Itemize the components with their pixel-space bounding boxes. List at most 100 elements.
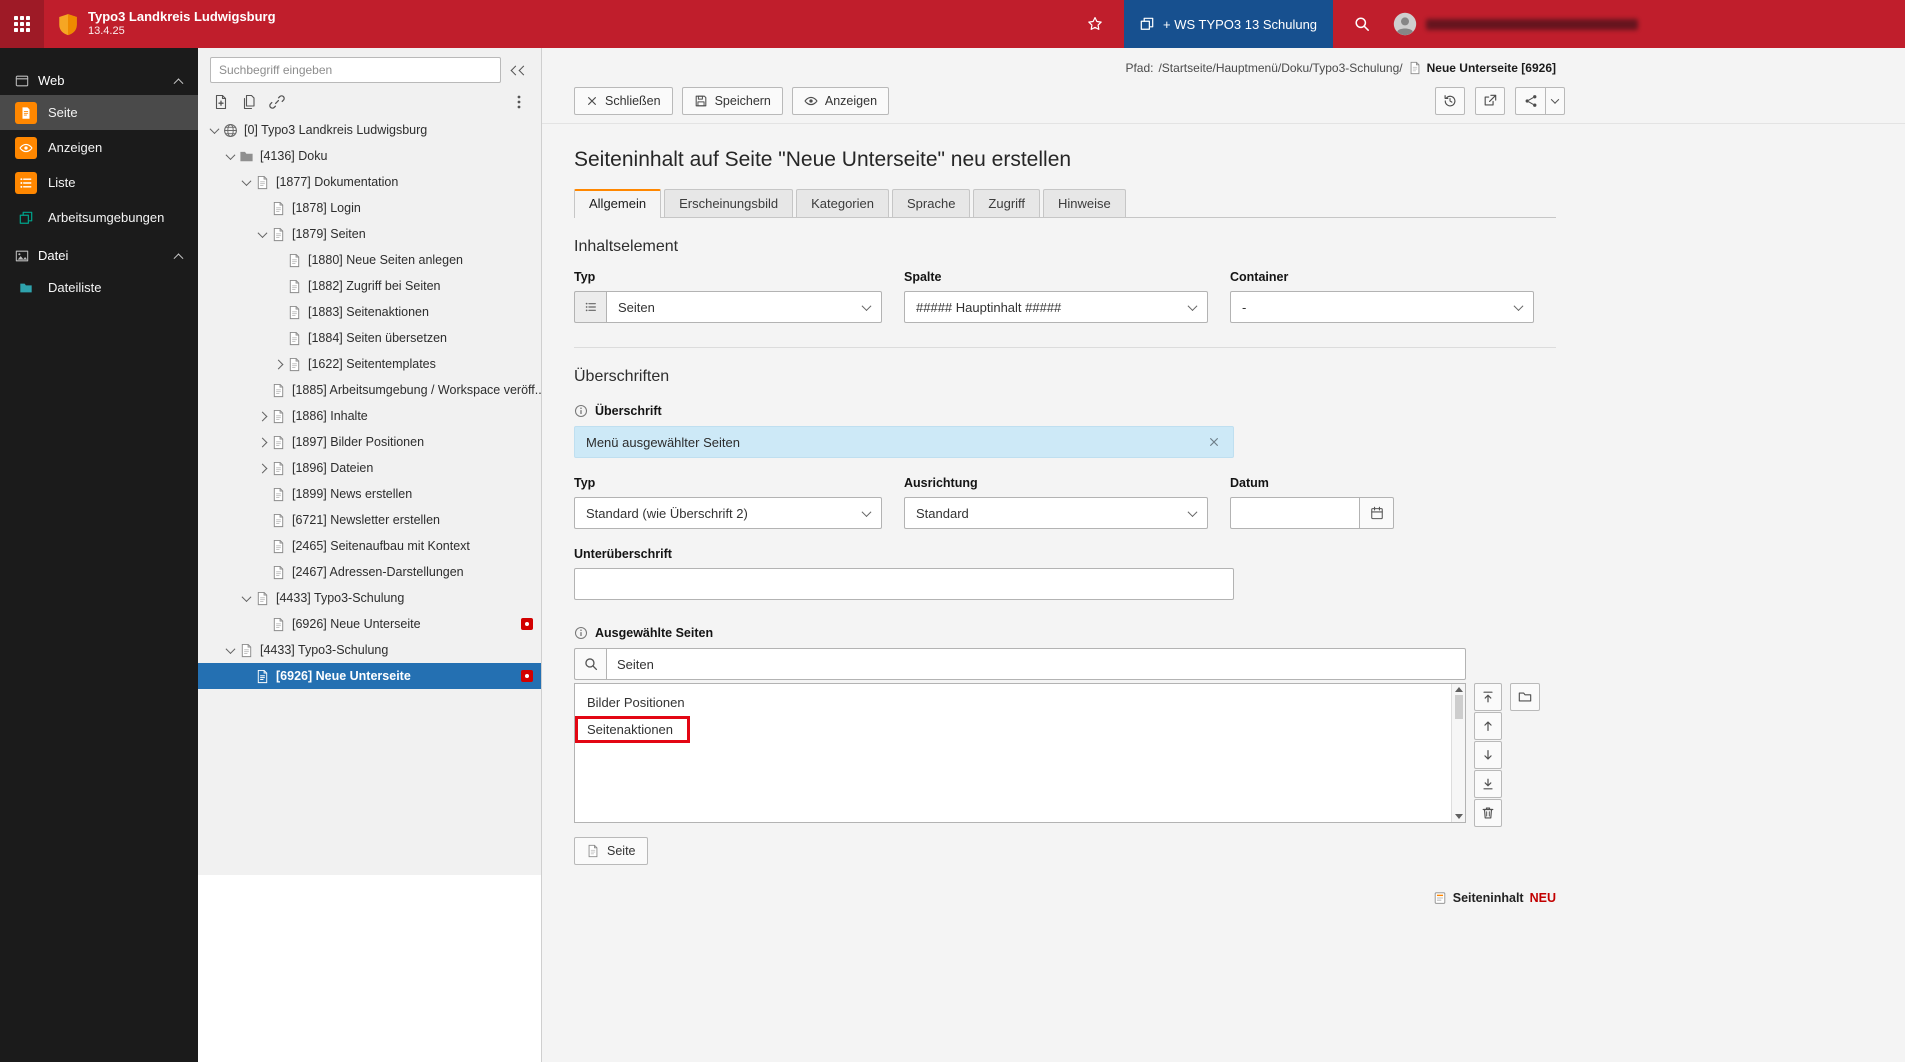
tab-zugriff[interactable]: Zugriff <box>973 189 1041 217</box>
clear-headline-button[interactable] <box>1206 434 1222 450</box>
selected-pages-item[interactable]: Seitenaktionen <box>575 716 1465 743</box>
move-up-button[interactable] <box>1474 712 1502 740</box>
tree-node-1896-dateien[interactable]: [1896] Dateien <box>198 455 541 481</box>
column-select[interactable]: ##### Hauptinhalt ##### <box>904 291 1208 323</box>
tree-node-1880-neue-seiten-anlegen[interactable]: [1880] Neue Seiten anlegen <box>198 247 541 273</box>
tree-toggle[interactable] <box>206 122 222 138</box>
close-button[interactable]: Schließen <box>574 87 673 115</box>
multiple-pages-button[interactable] <box>241 94 257 110</box>
tree-node-1879-seiten[interactable]: [1879] Seiten <box>198 221 541 247</box>
new-page-button[interactable] <box>213 94 229 110</box>
module-item-anzeigen[interactable]: Anzeigen <box>0 130 198 165</box>
workspace-button[interactable]: + WS TYPO3 13 Schulung <box>1124 0 1334 48</box>
save-button[interactable]: Speichern <box>681 87 783 115</box>
subheadline-input[interactable] <box>574 568 1234 600</box>
selected-pages-label: Ausgewählte Seiten <box>595 626 714 640</box>
record-search-input[interactable] <box>606 648 1466 680</box>
collapse-pagetree-button[interactable] <box>508 63 531 78</box>
module-item-arbeitsumgebungen[interactable]: Arbeitsumgebungen <box>0 200 198 235</box>
tab-allgemein[interactable]: Allgemein <box>574 189 662 218</box>
tree-node-4136-doku[interactable]: [4136] Doku <box>198 143 541 169</box>
tree-node-6926-neue-unterseite[interactable]: [6926] Neue Unterseite <box>198 611 541 637</box>
tree-toggle[interactable] <box>254 408 270 424</box>
tree-node-2467-adressen-darstellungen[interactable]: [2467] Adressen-Darstellungen <box>198 559 541 585</box>
tree-node-1885-arbeitsumgebung-workspace-veröff[interactable]: [1885] Arbeitsumgebung / Workspace veröf… <box>198 377 541 403</box>
tree-node-6721-newsletter-erstellen[interactable]: [6721] Newsletter erstellen <box>198 507 541 533</box>
tree-node-1884-seiten-übersetzen[interactable]: [1884] Seiten übersetzen <box>198 325 541 351</box>
share-button[interactable] <box>1515 87 1545 115</box>
tree-node-label: [6721] Newsletter erstellen <box>292 513 440 527</box>
container-select-value: - <box>1242 299 1247 315</box>
module-item-liste[interactable]: Liste <box>0 165 198 200</box>
tree-toggle[interactable] <box>238 174 254 190</box>
record-search-button[interactable] <box>574 648 606 680</box>
date-input[interactable] <box>1230 497 1360 529</box>
move-down-button[interactable] <box>1474 741 1502 769</box>
date-picker-button[interactable] <box>1360 497 1394 529</box>
tree-toggle[interactable] <box>238 590 254 606</box>
tree-toggle[interactable] <box>270 356 286 372</box>
tree-node-0-typo3-landkreis-ludwigsburg[interactable]: [0] Typo3 Landkreis Ludwigsburg <box>198 117 541 143</box>
modules-toggle-button[interactable] <box>0 0 44 48</box>
tree-node-label: [1885] Arbeitsumgebung / Workspace veröf… <box>292 383 541 397</box>
tab-kategorien[interactable]: Kategorien <box>796 189 889 217</box>
remove-item-button[interactable] <box>1474 799 1502 827</box>
tree-node-1622-seitentemplates[interactable]: [1622] Seitentemplates <box>198 351 541 377</box>
topbar: Typo3 Landkreis Ludwigsburg 13.4.25 + WS… <box>0 0 1905 48</box>
tab-erscheinungsbild[interactable]: Erscheinungsbild <box>664 189 794 217</box>
selected-pages-item[interactable]: Bilder Positionen <box>575 689 1465 716</box>
tree-node-1897-bilder-positionen[interactable]: [1897] Bilder Positionen <box>198 429 541 455</box>
listbox-scrollbar[interactable] <box>1451 684 1465 822</box>
browse-records-button[interactable] <box>1510 683 1540 711</box>
module-section-label: Web <box>38 73 65 88</box>
tree-toggle[interactable] <box>254 226 270 242</box>
module-section-header-web[interactable]: Web <box>0 64 198 95</box>
headline-type-select[interactable]: Standard (wie Überschrift 2) <box>574 497 882 529</box>
scroll-up-arrow-icon[interactable] <box>1454 687 1463 692</box>
module-item-label: Seite <box>48 105 78 120</box>
chevron-down-icon <box>1550 95 1560 104</box>
open-in-new-window-button[interactable] <box>1475 87 1505 115</box>
tree-node-6926-neue-unterseite[interactable]: [6926] Neue Unterseite <box>198 663 541 689</box>
move-to-top-button[interactable] <box>1474 683 1502 711</box>
tree-node-1878-login[interactable]: [1878] Login <box>198 195 541 221</box>
tab-hinweise[interactable]: Hinweise <box>1043 189 1126 217</box>
tree-toggle[interactable] <box>254 460 270 476</box>
view-button[interactable]: Anzeigen <box>791 87 890 115</box>
pagetree-search-input[interactable] <box>210 57 501 83</box>
search-button[interactable] <box>1343 0 1381 48</box>
tree-more-options-button[interactable] <box>511 94 527 110</box>
move-to-bottom-button[interactable] <box>1474 770 1502 798</box>
tab-sprache[interactable]: Sprache <box>892 189 971 217</box>
alignment-select[interactable]: Standard <box>904 497 1208 529</box>
tree-node-1899-news-erstellen[interactable]: [1899] News erstellen <box>198 481 541 507</box>
bookmark-button[interactable] <box>1076 0 1114 48</box>
module-section-header-datei[interactable]: Datei <box>0 239 198 270</box>
scrollbar-thumb[interactable] <box>1454 695 1463 719</box>
link-page-button[interactable] <box>269 94 285 110</box>
scroll-down-arrow-icon[interactable] <box>1454 814 1463 819</box>
user-menu[interactable] <box>1381 0 1650 48</box>
tree-node-1882-zugriff-bei-seiten[interactable]: [1882] Zugriff bei Seiten <box>198 273 541 299</box>
share-dropdown-button[interactable] <box>1545 87 1565 115</box>
tree-node-1883-seitenaktionen[interactable]: [1883] Seitenaktionen <box>198 299 541 325</box>
history-button[interactable] <box>1435 87 1465 115</box>
tree-toggle[interactable] <box>222 642 238 658</box>
headline-input[interactable]: Menü ausgewählter Seiten <box>574 426 1234 458</box>
tree-toggle[interactable] <box>254 434 270 450</box>
cube-icon <box>19 211 33 225</box>
tree-node-label: [1882] Zugriff bei Seiten <box>308 279 441 293</box>
selected-pages-listbox[interactable]: Bilder Positionen Seitenaktionen <box>574 683 1466 823</box>
tree-node-4433-typo3-schulung[interactable]: [4433] Typo3-Schulung <box>198 585 541 611</box>
tree-node-1886-inhalte[interactable]: [1886] Inhalte <box>198 403 541 429</box>
container-select[interactable]: - <box>1230 291 1534 323</box>
tree-toggle[interactable] <box>222 148 238 164</box>
tree-node-1877-dokumentation[interactable]: [1877] Dokumentation <box>198 169 541 195</box>
module-item-seite[interactable]: Seite <box>0 95 198 130</box>
type-select[interactable]: Seiten <box>606 291 882 323</box>
tree-node-4433-typo3-schulung[interactable]: [4433] Typo3-Schulung <box>198 637 541 663</box>
tree-node-2465-seitenaufbau-mit-kontext[interactable]: [2465] Seitenaufbau mit Kontext <box>198 533 541 559</box>
module-item-dateiliste[interactable]: Dateiliste <box>0 270 198 305</box>
add-page-button[interactable]: Seite <box>574 837 648 865</box>
page-icon <box>271 227 286 242</box>
